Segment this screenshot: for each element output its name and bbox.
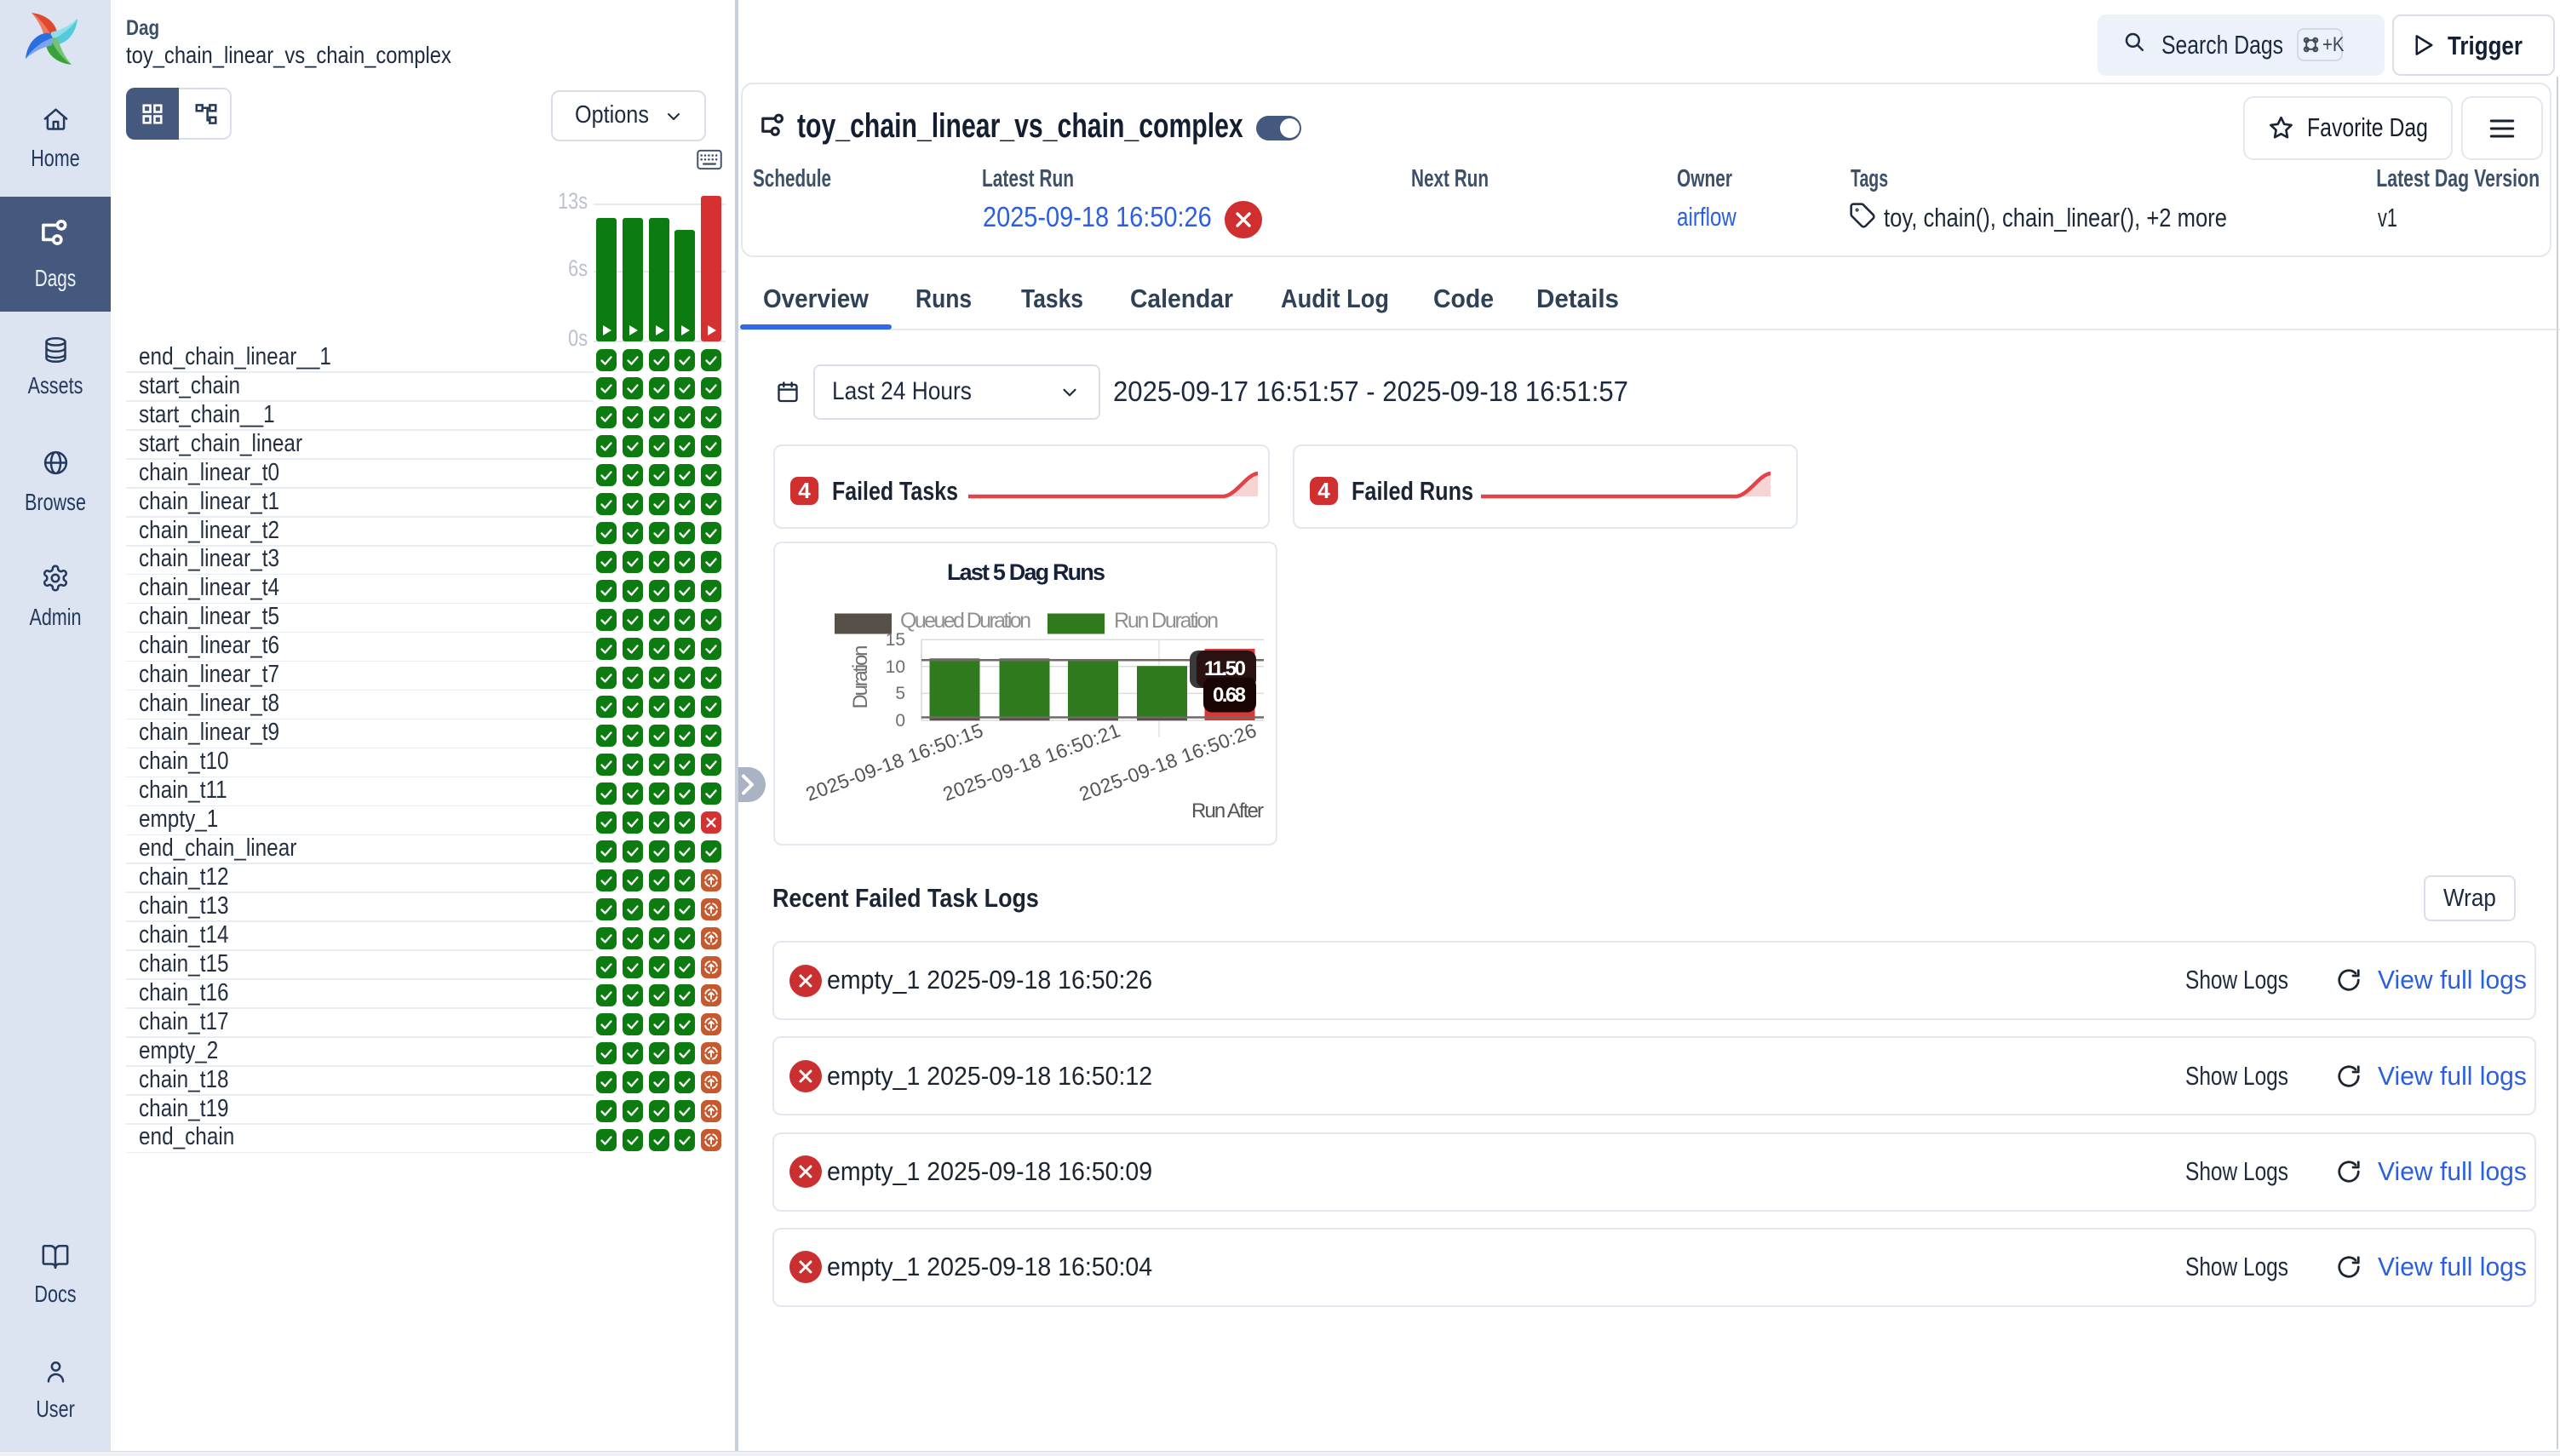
svg-text:0: 0 — [895, 711, 905, 731]
svg-text:Run After: Run After — [1191, 800, 1264, 823]
svg-text:15: 15 — [886, 630, 905, 650]
svg-text:Queued Duration: Queued Duration — [900, 609, 1031, 633]
svg-text:Duration: Duration — [849, 645, 872, 709]
svg-text:10: 10 — [886, 657, 905, 677]
svg-text:Last 5 Dag Runs: Last 5 Dag Runs — [947, 559, 1105, 585]
svg-text:5: 5 — [895, 684, 905, 703]
svg-text:11.50: 11.50 — [1204, 657, 1246, 680]
svg-text:Run Duration: Run Duration — [1114, 609, 1219, 633]
svg-text:0.68: 0.68 — [1213, 684, 1246, 707]
